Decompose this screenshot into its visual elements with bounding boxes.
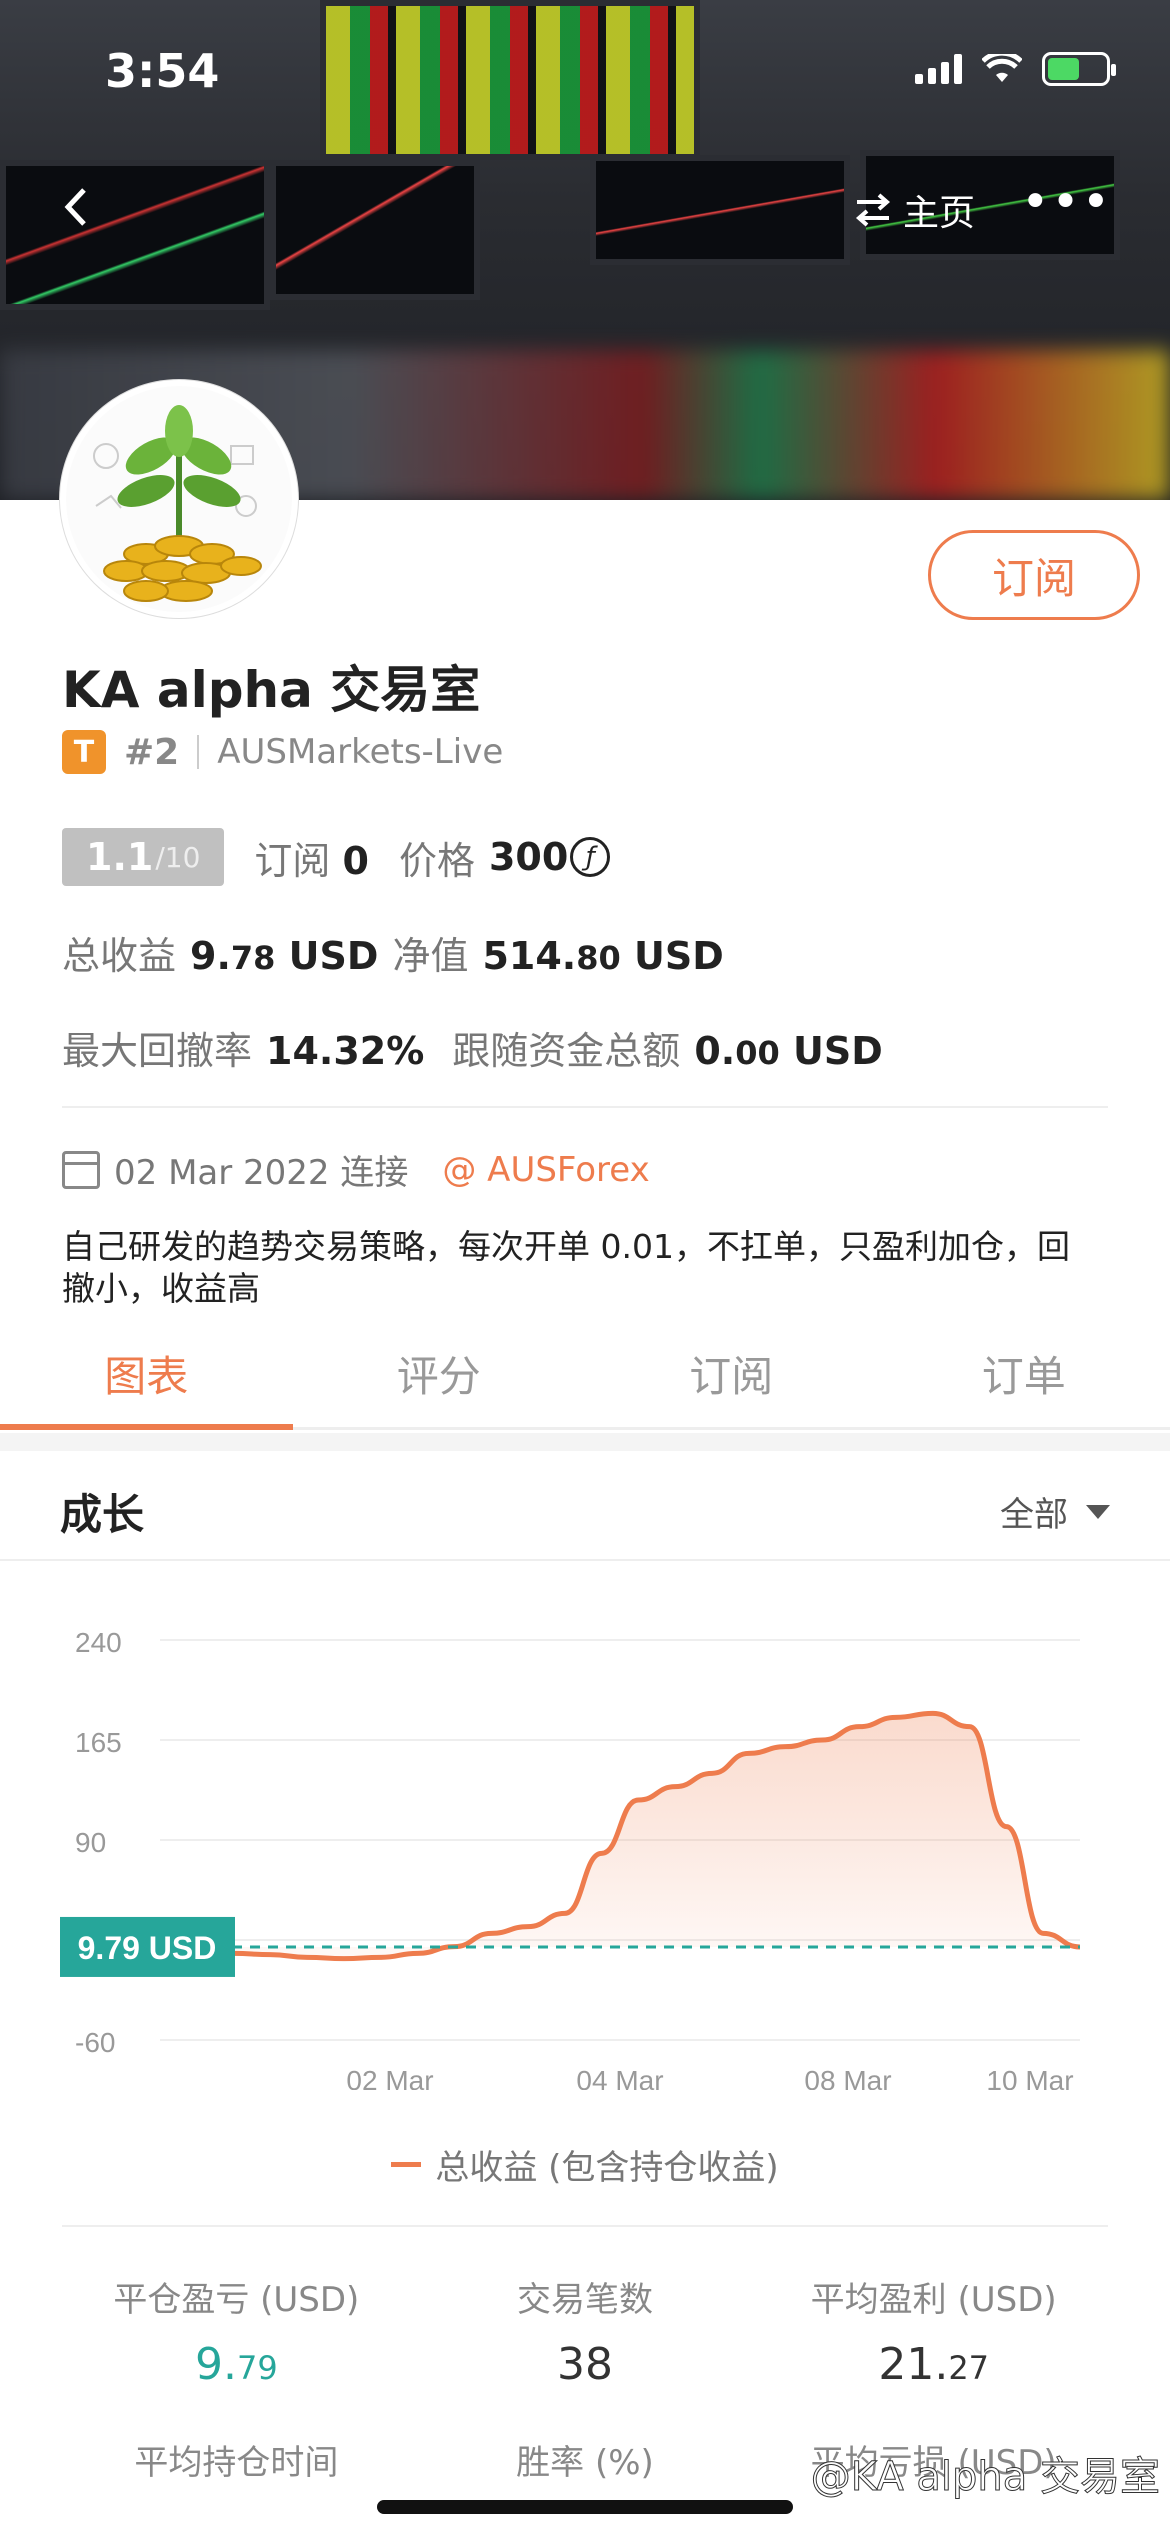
section-gap [0,1433,1170,1451]
home-button[interactable]: 主页 [853,184,975,236]
equity-value: 514.80 USD [482,934,724,978]
subscribe-button[interactable]: 订阅 [928,530,1140,620]
tab-rating[interactable]: 评分 [293,1320,586,1427]
score-badge: 1.1/10 [62,828,225,886]
y-tick-label: 90 [75,1827,106,1858]
subscribers-count: 0 [342,838,369,883]
avg-profit-cell: 平均盈利 (USD) 21.27 [759,2227,1108,2390]
plant-coins-logo [66,386,292,612]
trades-cell: 交易笔数 38 [411,2227,760,2390]
rank-label: #2 [124,731,180,773]
battery-icon [1042,52,1116,86]
home-label: 主页 [902,193,975,234]
total-profit-value: 9.78 USD [190,934,379,978]
tier-badge: T [62,730,106,774]
connection-date: 02 Mar 2022 连接 [114,1153,409,1193]
wifi-icon [982,54,1022,82]
legend-swatch [391,2162,422,2167]
server-name: AUSMarkets-Live [217,732,504,772]
price-label: 价格 [398,838,475,883]
drawdown-row: 最大回撤率 14.32% 跟随资金总额 0.00 USD [62,1029,883,1073]
x-tick-label: 10 Mar [986,2065,1073,2090]
chevron-down-icon [1086,1504,1110,1519]
switch-icon [855,193,891,227]
chart-legend: 总收益 (包含持仓收益) [0,2140,1170,2189]
x-tick-label: 08 Mar [804,2065,891,2090]
max-drawdown-value: 14.32% [266,1029,425,1073]
range-filter-dropdown[interactable]: 全部 [1000,1487,1110,1536]
y-tick-label: 240 [75,1627,122,1658]
profit-row: 总收益 9.78 USD 净值 514.80 USD [62,934,724,978]
page-title: KA alpha 交易室 [62,661,481,719]
score-row: 1.1/10 订阅 0 价格 300 ƒ [62,828,611,886]
home-indicator [377,2500,793,2514]
win-rate-label: 胜率 (%) [516,2443,654,2483]
growth-chart: 240 165 90 -60 02 Mar 04 Mar 08 Mar 10 Mar 9.79 … [60,1627,1081,2090]
connection-row: 02 Mar 2022 连接 @ AUSForex [62,1145,650,1194]
tab-bar: 图表 评分 订阅 订单 [0,1320,1170,1430]
closed-pl-value: 9.79 [194,2339,278,2390]
coin-icon: ƒ [570,837,611,877]
divider [197,735,200,769]
growth-title: 成长 [60,1490,145,1539]
broker-mention-link[interactable]: @ AUSForex [442,1150,649,1190]
strategy-description: 自己研发的趋势交易策略，每次开单 0.01，不扛单，只盈利加仓，回撤小，收益高 [62,1227,1070,1308]
tab-chart[interactable]: 图表 [0,1320,293,1430]
watermark: @KA alpha 交易室 [810,2454,1160,2501]
current-value-label: 9.79 USD [78,1930,217,1966]
status-time: 3:54 [105,44,220,98]
nav-bar: 主页 ••• [0,170,1170,240]
more-icon[interactable]: ••• [1021,174,1112,230]
tab-orders[interactable]: 订单 [878,1320,1170,1427]
avatar [60,380,298,618]
range-filter-label: 全部 [1000,1495,1068,1535]
avg-hold-label: 平均持仓时间 [134,2443,339,2483]
subscribers-label: 订阅 [254,838,331,883]
y-tick-label: 165 [75,1727,122,1758]
y-tick-label: -60 [75,2027,115,2058]
status-bar: 3:54 [0,0,1170,150]
price-value: 300 [488,835,569,879]
signal-icon [915,54,962,84]
divider [62,1106,1108,1108]
avg-profit-value: 21.27 [878,2339,990,2390]
growth-header: 成长 全部 [0,1451,1170,1561]
closed-pl-cell: 平仓盈亏 (USD) 9.79 [62,2227,411,2390]
tab-subscriptions[interactable]: 订阅 [585,1320,878,1427]
follow-funds-value: 0.00 USD [694,1029,883,1073]
legend-label: 总收益 (包含持仓收益) [435,2148,779,2188]
rank-row: T #2 AUSMarkets-Live [62,730,503,774]
x-tick-label: 02 Mar [346,2065,433,2090]
series-area [160,1713,1080,1959]
calendar-icon [62,1150,100,1189]
x-tick-label: 04 Mar [576,2065,663,2090]
trades-value: 38 [557,2339,613,2390]
back-icon[interactable] [52,182,102,232]
